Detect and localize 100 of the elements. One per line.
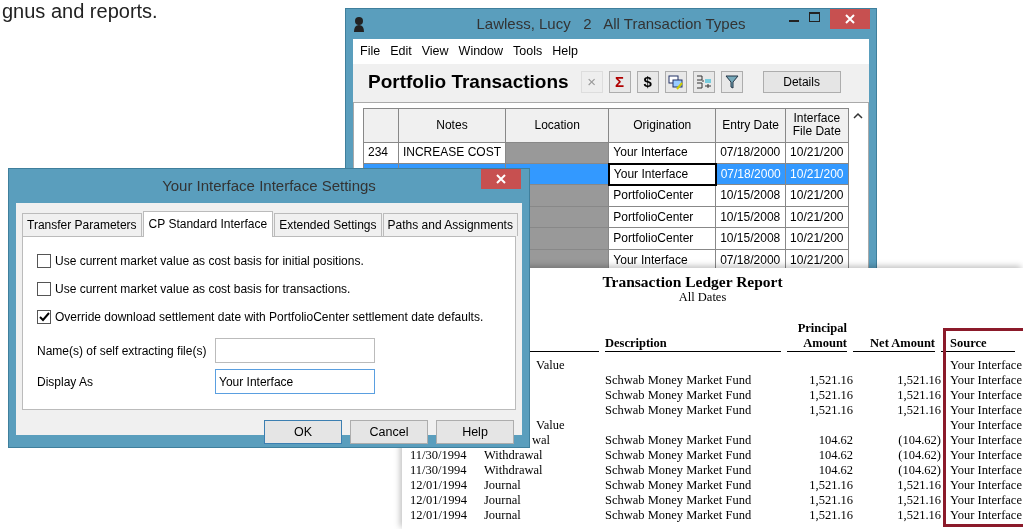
grid-corner	[363, 108, 399, 143]
scroll-up-icon[interactable]	[853, 112, 864, 120]
maximize-icon[interactable]	[809, 12, 820, 23]
table-cell-text: 11/30/1994	[410, 463, 468, 478]
table-cell: 10/21/200	[785, 142, 848, 164]
person-icon	[353, 16, 365, 32]
table-cell-text: Your Interface	[949, 493, 1021, 508]
table-cell-text: (104.62)	[897, 463, 941, 478]
windows-pencil-icon	[667, 74, 684, 90]
table-cell: PortfolioCenter	[608, 206, 716, 228]
table-cell-text: 1,521.16	[896, 388, 941, 403]
report-title: Transaction Ledger Report	[602, 272, 784, 290]
input-field[interactable]: Your Interface	[215, 369, 375, 394]
page-heading: Portfolio Transactions	[368, 69, 569, 94]
checkbox[interactable]	[37, 310, 51, 324]
table-cell-text: Schwab Money Market Fund	[605, 433, 753, 448]
toolbar-button[interactable]	[664, 71, 687, 93]
column-header[interactable]: Interface File Date	[785, 108, 848, 143]
table-cell-text: 1,521.16	[808, 493, 853, 508]
table-cell: 10/21/200	[785, 227, 848, 250]
table-cell-text: 12/01/1994	[410, 508, 468, 523]
table-cell: 10/15/2008	[715, 227, 786, 250]
tab[interactable]: Extended Settings	[274, 213, 382, 236]
table-cell-text: 12/01/1994	[410, 478, 468, 493]
table-cell-text: Schwab Money Market Fund	[605, 493, 753, 508]
row-number: 234	[363, 142, 399, 164]
table-cell-text: Journal	[484, 493, 522, 508]
table-cell-text: Your Interface	[949, 403, 1021, 418]
table-cell-text: 12/01/1994	[410, 493, 468, 508]
menu-item[interactable]: Tools	[513, 42, 543, 61]
table-cell-text: Your Interface	[949, 433, 1021, 448]
close-button[interactable]	[481, 169, 521, 189]
table-cell-text: Journal	[484, 478, 522, 493]
close-icon	[845, 14, 855, 24]
group-label: Value	[535, 418, 566, 433]
column-header: Net Amount	[853, 336, 935, 352]
table-cell-text: Schwab Money Market Fund	[605, 388, 753, 403]
field-label: Display As	[37, 373, 95, 391]
toolbar-button[interactable]	[692, 71, 715, 93]
field-label: Name(s) of self extracting file(s)	[37, 342, 208, 360]
table-cell-text: Your Interface	[949, 478, 1021, 493]
menu-item[interactable]: View	[421, 42, 449, 61]
dialog-button[interactable]: Help	[436, 420, 514, 444]
table-cell-text: Schwab Money Market Fund	[605, 463, 753, 478]
table-cell-text: 1,521.16	[808, 388, 853, 403]
table-cell: 10/15/2008	[715, 184, 786, 207]
table-cell-text: Your Interface	[949, 358, 1021, 373]
toolbar-button[interactable]: Σ	[608, 71, 631, 93]
table-cell-text: 1,521.16	[896, 508, 941, 523]
column-header[interactable]: Location	[505, 108, 609, 143]
table-cell-text: Schwab Money Market Fund	[605, 403, 753, 418]
dialog-button[interactable]: OK	[264, 420, 342, 444]
tab[interactable]: Paths and Assignments	[382, 213, 518, 236]
table-cell-text: 1,521.16	[896, 403, 941, 418]
menu-item[interactable]: Help	[552, 42, 578, 61]
table-cell-text: Schwab Money Market Fund	[605, 373, 753, 388]
checkbox[interactable]	[37, 282, 51, 296]
table-cell-text: Schwab Money Market Fund	[605, 478, 753, 493]
table-cell: PortfolioCenter	[608, 184, 716, 207]
table-cell: 10/21/200	[785, 206, 848, 228]
toolbar-button[interactable]	[720, 71, 743, 93]
table-cell-text: Schwab Money Market Fund	[605, 508, 753, 523]
table-cell-text: 1,521.16	[808, 403, 853, 418]
close-button[interactable]	[830, 9, 870, 29]
column-header: Source	[941, 336, 1015, 352]
table-cell: INCREASE COST	[398, 142, 506, 164]
checkbox[interactable]	[37, 254, 51, 268]
report-subtitle: All Dates	[678, 290, 727, 305]
menu-item[interactable]: File	[360, 42, 381, 61]
table-cell-text: 104.62	[817, 463, 853, 478]
column-header[interactable]: Entry Date	[715, 108, 786, 143]
table-cell-text: Schwab Money Market Fund	[605, 448, 753, 463]
table-cell-text: Your Interface	[949, 448, 1021, 463]
input-field[interactable]	[215, 338, 375, 363]
details-button[interactable]: Details	[762, 71, 841, 93]
table-cell-text: Your Interface	[949, 373, 1021, 388]
checkbox-label: Use current market value as cost basis for transactions.	[55, 281, 351, 298]
table-cell-text: 1,521.16	[808, 373, 853, 388]
tab[interactable]: Transfer Parameters	[22, 213, 142, 236]
heading-text: gnus and reports.	[1, 0, 158, 22]
table-cell: PortfolioCenter	[608, 227, 716, 250]
column-header[interactable]: Origination	[608, 108, 716, 143]
table-cell-text: Withdrawal	[484, 448, 544, 463]
toolbar-button[interactable]: $	[636, 71, 659, 93]
table-cell-text: (104.62)	[897, 448, 941, 463]
dialog-button[interactable]: Cancel	[350, 420, 428, 444]
menu-item[interactable]: Window	[458, 42, 504, 61]
table-cell-text: 11/30/1994	[410, 448, 468, 463]
table-cell-text: 1,521.16	[808, 508, 853, 523]
column-header[interactable]: Notes	[398, 108, 506, 143]
close-icon	[496, 174, 506, 184]
table-cell-text: Your Interface	[949, 463, 1021, 478]
table-cell-text: 1,521.16	[896, 373, 941, 388]
table-cell-text: Your Interface	[949, 508, 1021, 523]
table-cell-text: 104.62	[817, 433, 853, 448]
table-cell-text: 104.62	[817, 448, 853, 463]
dialog-title: Your Interface Interface Settings	[162, 175, 376, 196]
tab[interactable]: CP Standard Interface	[142, 211, 274, 237]
menu-item[interactable]: Edit	[390, 42, 412, 61]
table-cell: Your Interface	[608, 163, 716, 185]
